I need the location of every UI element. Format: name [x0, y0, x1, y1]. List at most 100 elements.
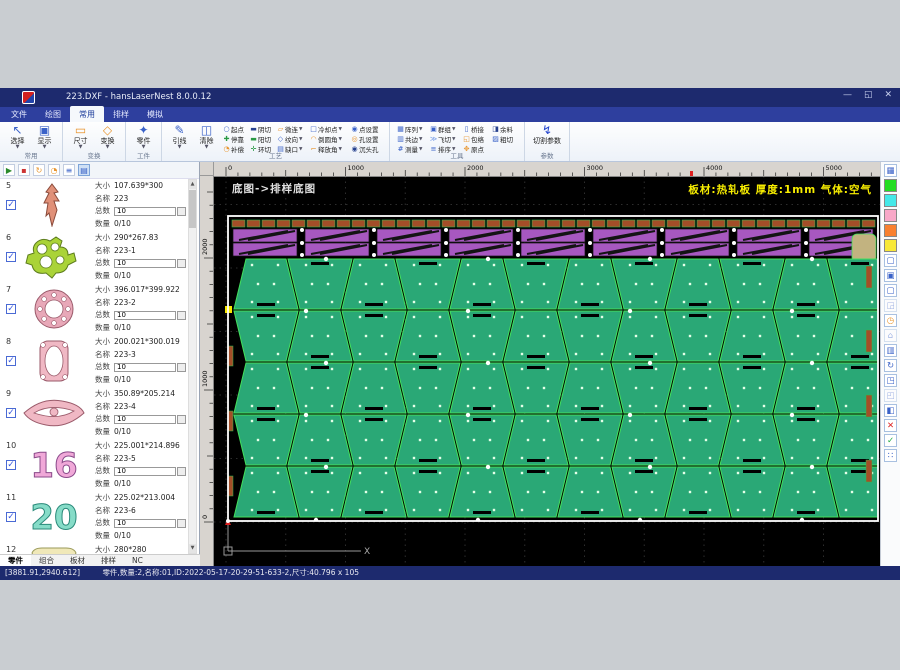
confirm-icon[interactable]: ✓ [884, 434, 897, 447]
restore-button[interactable]: ◱ [864, 90, 873, 100]
ribbon-button-起点[interactable]: ○ 起点 [222, 124, 249, 134]
time-icon[interactable]: ◔ [48, 164, 60, 176]
part-total-input[interactable] [114, 206, 176, 216]
delete-icon[interactable]: ✕ [884, 419, 897, 432]
menu-tab-排样[interactable]: 排样 [104, 106, 138, 122]
part-total-spinner[interactable] [177, 258, 186, 268]
ribbon-button-共边[interactable]: ▥ 共边 ▼ [396, 134, 429, 144]
detail-view-icon[interactable]: ▤ [78, 164, 90, 176]
scroll-up-icon[interactable]: ▲ [189, 180, 196, 189]
ribbon-button-选择[interactable]: ↖ 选择 ▼ [4, 124, 31, 150]
part-total-input[interactable] [114, 310, 176, 320]
ribbon-button-切割参数[interactable]: ↯ 切割参数 [529, 124, 565, 146]
part-total-spinner[interactable] [177, 466, 186, 476]
swatch-orange[interactable] [884, 224, 897, 237]
ribbon-button-引线[interactable]: ✎ 引线 ▼ [166, 124, 193, 150]
list-view-icon[interactable]: ≡ [63, 164, 75, 176]
part-list-item[interactable]: 7 ✓ 大小 396.017*399.922 名称 223-2 总数数量 0/10 [0, 283, 200, 335]
ribbon-button-尺寸[interactable]: ▭ 尺寸 ▼ [67, 124, 94, 150]
ribbon-button-纹向[interactable]: ◇ 纹向 ▼ [276, 134, 309, 144]
refresh-icon[interactable]: ↻ [33, 164, 45, 176]
part-checkbox[interactable]: ✓ [6, 408, 16, 418]
part-checkbox[interactable]: ✓ [6, 304, 16, 314]
ribbon-button-桥接[interactable]: ▯ 桥接 [462, 124, 491, 134]
part-list-item[interactable]: 12✓大小280*280名称总数数量0/10 [0, 543, 200, 554]
part-total-spinner[interactable] [177, 518, 186, 528]
ribbon-button-孔设置[interactable]: ◎ 孔设置 [350, 134, 385, 144]
sidebar-tab-零件[interactable]: 零件 [0, 555, 31, 566]
part-list-item[interactable]: 10 ✓ 16 大小 225.001*214.896 名称 223-5 总数数量 0/10 [0, 439, 200, 491]
frame2-icon[interactable]: ◰ [884, 389, 897, 402]
part-total-spinner[interactable] [177, 414, 186, 424]
part-checkbox[interactable]: ✓ [6, 512, 16, 522]
scroll-thumb[interactable] [189, 190, 196, 228]
ribbon-button-零件[interactable]: ✦ 零件 ▼ [130, 124, 157, 150]
scroll-down-icon[interactable]: ▼ [189, 544, 196, 553]
delete-part-icon[interactable]: ▪ [18, 164, 30, 176]
part-list-item[interactable]: 11 ✓ 20 大小 225.02*213.004 名称 223-6 总数数量 0/10 [0, 491, 200, 543]
ribbon-button-阵列[interactable]: ▦ 阵列 ▼ [396, 124, 429, 134]
menu-tab-模拟[interactable]: 模拟 [138, 106, 172, 122]
sidebar-tab-板材[interactable]: 板材 [62, 555, 93, 566]
ribbon-button-停靠[interactable]: ✚ 停靠 [222, 134, 249, 144]
menu-tab-绘图[interactable]: 绘图 [36, 106, 70, 122]
part-list-item[interactable]: 5 ✓ 大小 107.639*300 名称 223 总数数量 0/10 [0, 179, 200, 231]
part-total-input[interactable] [114, 414, 176, 424]
ribbon-button-倒圆角[interactable]: ◠ 倒圆角 ▼ [309, 134, 350, 144]
part-total-spinner[interactable] [177, 310, 186, 320]
ribbon-button-点设置[interactable]: ◉ 点设置 [350, 124, 385, 134]
clock-icon[interactable]: ◷ [884, 314, 897, 327]
ribbon-button-清除[interactable]: ◫ 清除 ▼ [193, 124, 220, 150]
ribbon-button-阴切[interactable]: ▬ 阴切 [249, 124, 276, 134]
swatch-green[interactable] [884, 179, 897, 192]
swatch-pink[interactable] [884, 209, 897, 222]
transform-icon[interactable]: ◲ [884, 299, 897, 312]
menu-tab-常用[interactable]: 常用 [70, 106, 104, 122]
parts-scrollbar[interactable]: ▲ ▼ [188, 179, 197, 554]
ribbon-button-包络[interactable]: ◱ 包络 [462, 134, 491, 144]
ribbon-button-微连[interactable]: ▱ 微连 ▼ [276, 124, 309, 134]
part-checkbox[interactable]: ✓ [6, 460, 16, 470]
part-list-item[interactable]: 9 ✓ 大小 350.89*205.214 名称 223-4 总数数量 0/10 [0, 387, 200, 439]
ribbon-button-余料[interactable]: ◨ 余料 [491, 124, 520, 134]
part-total-input[interactable] [114, 518, 176, 528]
part-list-item[interactable]: 8 ✓ 大小 200.021*300.019 名称 223-3 总数数量 0/10 [0, 335, 200, 387]
sidebar-tab-排样[interactable]: 排样 [93, 555, 124, 566]
swatch-cyan[interactable] [884, 194, 897, 207]
part-total-input[interactable] [114, 466, 176, 476]
part-total-input[interactable] [114, 362, 176, 372]
display-icon-1[interactable]: ▢ [884, 254, 897, 267]
ribbon-button-粗切[interactable]: ▨ 粗切 [491, 134, 520, 144]
fill-icon[interactable]: ◧ [884, 404, 897, 417]
part-checkbox[interactable]: ✓ [6, 252, 16, 262]
part-checkbox[interactable]: ✓ [6, 200, 16, 210]
ribbon-button-飞切[interactable]: ≫ 飞切 ▼ [429, 134, 462, 144]
part-checkbox[interactable]: ✓ [6, 356, 16, 366]
home-icon[interactable]: ⌂ [884, 329, 897, 342]
ribbon-button-冷却点[interactable]: □ 冷却点 ▼ [309, 124, 350, 134]
ribbon-button-变换[interactable]: ◇ 变换 ▼ [94, 124, 121, 150]
menu-tab-文件[interactable]: 文件 [2, 106, 36, 122]
minimize-button[interactable]: — [843, 90, 852, 100]
sidebar-tab-组合[interactable]: 组合 [31, 555, 62, 566]
ribbon-button-群组[interactable]: ▣ 群组 ▼ [429, 124, 462, 134]
rotate-icon[interactable]: ↻ [884, 359, 897, 372]
ribbon-button-显示[interactable]: ▣ 显示 ▼ [31, 124, 58, 150]
part-total-spinner[interactable] [177, 206, 186, 216]
drawing-canvas[interactable]: X 底图->排样底图 板材:热轧板 厚度:1mm 气体:空气 [214, 176, 880, 566]
swatch-yellow[interactable] [884, 239, 897, 252]
part-name-value: 223-2 [114, 297, 136, 307]
import-part-icon[interactable]: ▶ [3, 164, 15, 176]
display-icon-2[interactable]: ▣ [884, 269, 897, 282]
array-icon[interactable]: ∷ [884, 449, 897, 462]
sidebar-tab-NC[interactable]: NC [124, 556, 151, 565]
close-button[interactable]: ✕ [884, 90, 892, 100]
board-icon[interactable]: ▦ [884, 164, 897, 177]
part-list-item[interactable]: 6 ✓ 大小 290*267.83 名称 223-1 总数数量 0/10 [0, 231, 200, 283]
display-icon-3[interactable]: ▢ [884, 284, 897, 297]
frame-icon[interactable]: ◳ [884, 374, 897, 387]
ribbon-button-阳切[interactable]: ▬ 阳切 [249, 134, 276, 144]
part-total-spinner[interactable] [177, 362, 186, 372]
panel-icon[interactable]: ▥ [884, 344, 897, 357]
part-total-input[interactable] [114, 258, 176, 268]
